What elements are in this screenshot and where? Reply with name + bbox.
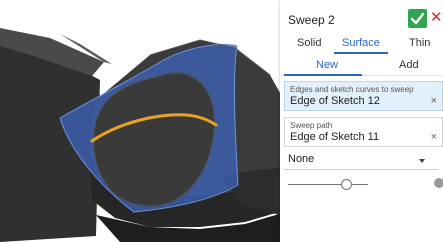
- clear-profiles-button[interactable]: ×: [431, 95, 437, 107]
- operation-mode-tabs: New Add: [280, 54, 443, 76]
- confirm-button[interactable]: [408, 9, 427, 28]
- check-icon: [410, 12, 425, 25]
- slider-track[interactable]: [288, 184, 368, 185]
- tab-surface[interactable]: Surface: [342, 37, 380, 49]
- tab-add[interactable]: Add: [399, 59, 419, 71]
- clear-path-button[interactable]: ×: [431, 131, 437, 143]
- slider-thumb[interactable]: [340, 179, 352, 190]
- sweep-type-tabs: Solid Surface Thin: [280, 37, 443, 54]
- help-icon[interactable]: [434, 178, 443, 188]
- tab-new[interactable]: New: [316, 59, 338, 71]
- feature-title: Sweep 2: [288, 13, 335, 27]
- panel-header: Sweep 2 ✕: [280, 0, 443, 37]
- tab-solid[interactable]: Solid: [297, 37, 321, 49]
- sweep-feature-panel: Sweep 2 ✕ Solid Surface Thin New Add Edg…: [280, 0, 443, 242]
- tab-new-indicator: [284, 74, 362, 76]
- path-field-label: Sweep path: [290, 121, 333, 130]
- profile-control-dropdown[interactable]: None: [284, 150, 443, 170]
- profiles-field-value: Edge of Sketch 12: [290, 95, 380, 107]
- profiles-field-label: Edges and sketch curves to sweep: [290, 85, 414, 94]
- close-icon: ✕: [430, 9, 443, 26]
- tab-thin[interactable]: Thin: [409, 37, 430, 49]
- dropdown-underline: [284, 169, 438, 170]
- path-field-value: Edge of Sketch 11: [290, 131, 380, 143]
- profile-control-value: None: [288, 153, 315, 165]
- profiles-selection-field[interactable]: Edges and sketch curves to sweep Edge of…: [284, 81, 443, 111]
- cancel-button[interactable]: ✕: [430, 8, 443, 28]
- chevron-down-icon: [419, 159, 425, 163]
- slider-row: [284, 174, 443, 194]
- path-selection-field[interactable]: Sweep path Edge of Sketch 11 ×: [284, 117, 443, 147]
